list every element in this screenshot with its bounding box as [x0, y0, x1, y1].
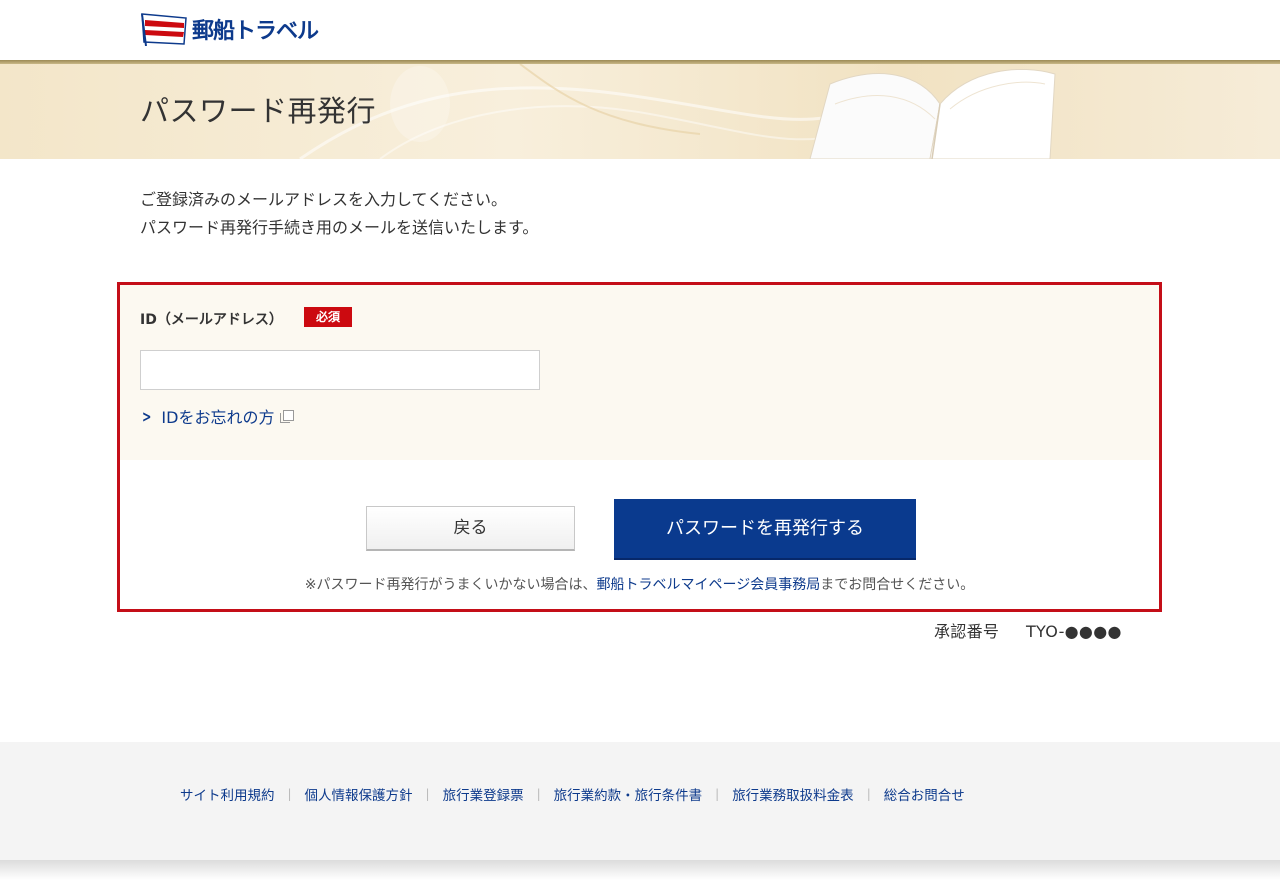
intro-line-1: ご登録済みのメールアドレスを入力してください。: [140, 190, 508, 209]
form-input-area: ID（メールアドレス） 必須 > IDをお忘れの方: [120, 285, 1159, 460]
logo-text: 郵船トラベル: [192, 19, 319, 44]
required-badge: 必須: [304, 307, 352, 327]
back-button[interactable]: 戻る: [366, 506, 575, 551]
title-banner: パスワード再発行: [0, 64, 1280, 159]
approval-label: 承認番号: [934, 622, 1000, 641]
intro-line-2: パスワード再発行手続き用のメールを送信いたします。: [140, 218, 539, 237]
approval-number: 承認番号 TYO-●●●●: [934, 618, 1122, 642]
footer-separator: |: [287, 787, 292, 801]
book-illustration: [809, 69, 1056, 159]
footer-links: サイト利用規約 | 個人情報保護方針 | 旅行業登録票 | 旅行業約款・旅行条件…: [180, 784, 965, 804]
page-title: パスワード再発行: [140, 94, 377, 128]
footer-link-contact[interactable]: 総合お問合せ: [884, 784, 965, 804]
footer-link-conditions[interactable]: 旅行業約款・旅行条件書: [554, 784, 703, 804]
note-suffix: までお問合せください。: [820, 577, 975, 593]
footer-separator: |: [425, 787, 430, 801]
brand-logo[interactable]: 郵船トラベル: [140, 12, 319, 46]
email-id-input[interactable]: [140, 350, 540, 390]
note-prefix: ※パスワード再発行がうまくいかない場合は、: [304, 577, 597, 593]
member-office-link[interactable]: 郵船トラベルマイページ会員事務局: [597, 577, 821, 593]
support-note: ※パスワード再発行がうまくいかない場合は、郵船トラベルマイページ会員事務局までお…: [120, 574, 1159, 594]
intro-text: ご登録済みのメールアドレスを入力してください。 パスワード再発行手続き用のメール…: [140, 186, 538, 242]
approval-value: TYO-●●●●: [1025, 622, 1122, 641]
footer-link-fees[interactable]: 旅行業務取扱料金表: [732, 784, 854, 804]
footer-shadow: [0, 860, 1280, 880]
footer-separator: |: [715, 787, 720, 801]
footer-separator: |: [536, 787, 541, 801]
chevron-right-icon: >: [142, 406, 152, 426]
footer-link-registration[interactable]: 旅行業登録票: [443, 784, 524, 804]
site-header: 郵船トラベル: [0, 0, 1280, 64]
external-window-icon: [280, 409, 295, 423]
reissue-password-button[interactable]: パスワードを再発行する: [614, 499, 916, 560]
footer-separator: |: [866, 787, 871, 801]
forgot-id-link-text: IDをお忘れの方: [161, 408, 275, 427]
site-footer: サイト利用規約 | 個人情報保護方針 | 旅行業登録票 | 旅行業約款・旅行条件…: [0, 742, 1280, 860]
password-reset-form: ID（メールアドレス） 必須 > IDをお忘れの方 戻る パスワードを再発行する…: [117, 282, 1162, 612]
footer-link-terms[interactable]: サイト利用規約: [180, 784, 275, 804]
logo-flag-icon: [141, 13, 187, 46]
footer-link-privacy[interactable]: 個人情報保護方針: [305, 784, 413, 804]
forgot-id-link[interactable]: > IDをお忘れの方: [140, 404, 295, 428]
id-field-label: ID（メールアドレス）: [140, 312, 283, 328]
